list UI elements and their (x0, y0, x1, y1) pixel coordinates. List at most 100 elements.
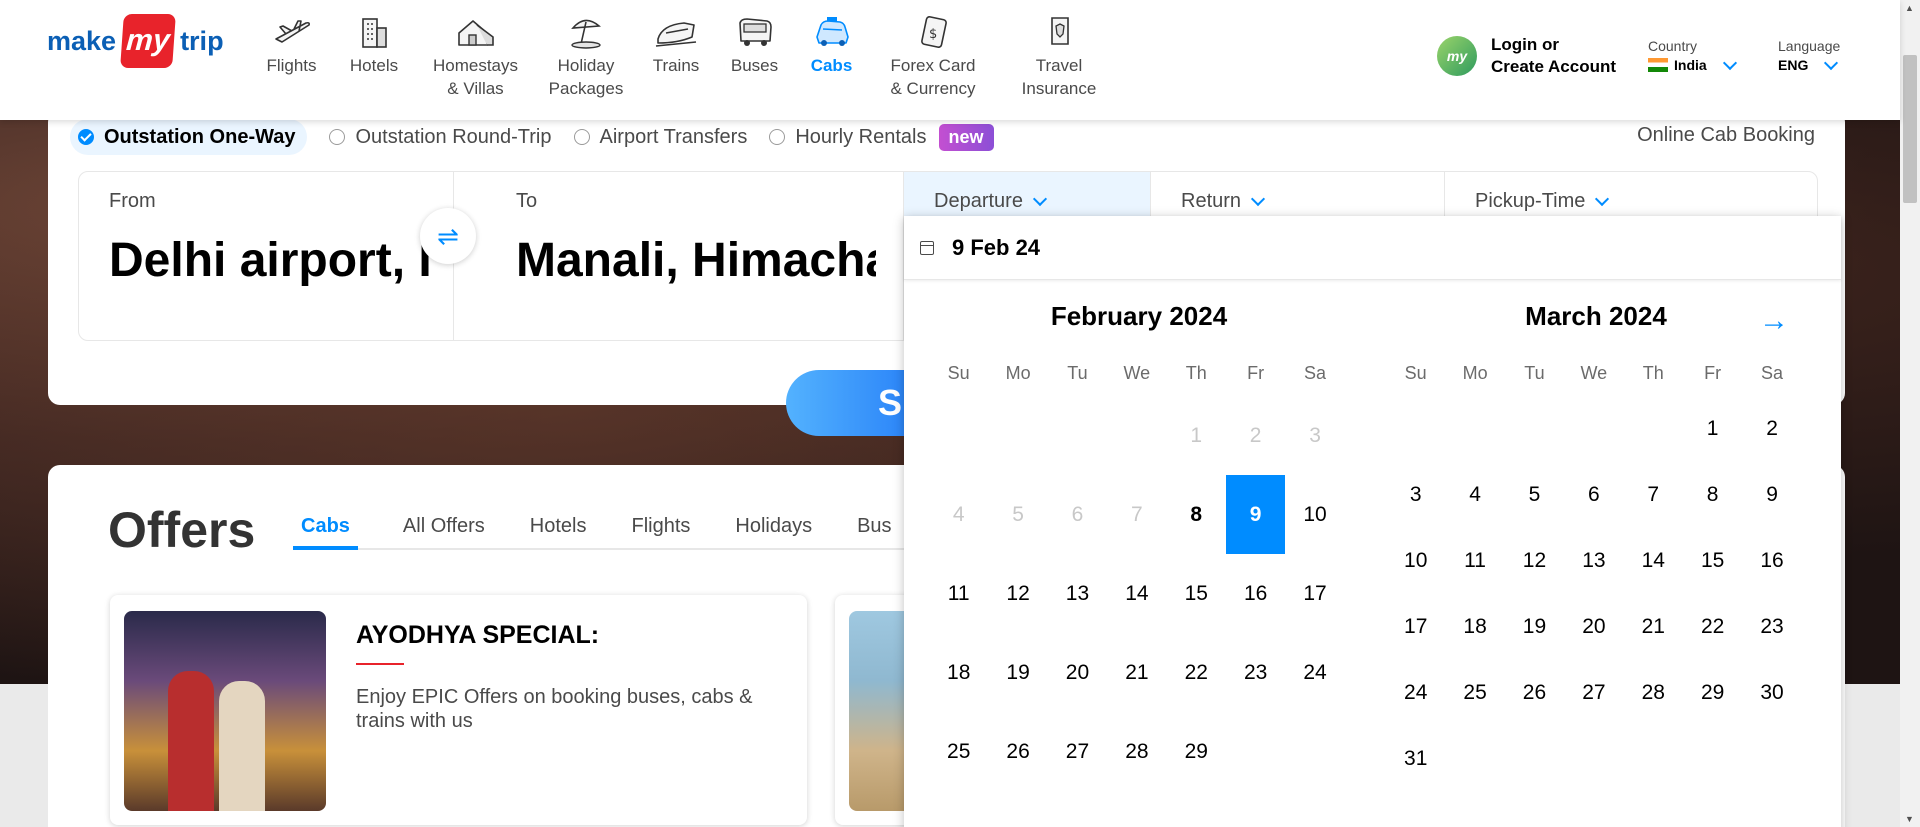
calendar-day[interactable]: 17 (1285, 554, 1344, 633)
makemytrip-logo[interactable]: make my trip (47, 14, 224, 68)
nav-item-trains[interactable]: Trains (636, 10, 716, 100)
calendar-day[interactable]: 25 (929, 712, 988, 791)
nav-item-buses[interactable]: Buses (716, 10, 793, 100)
calendar-day[interactable]: 24 (1386, 660, 1445, 726)
calendar-day: 3 (1309, 423, 1321, 447)
trip-type-hourly-rentals[interactable]: Hourly Rentals (769, 119, 927, 155)
login-button[interactable]: my Login or Create Account (1437, 34, 1616, 78)
calendar-day[interactable]: 26 (988, 712, 1047, 791)
logo-my-badge: my (120, 14, 176, 68)
calendar-day[interactable]: 14 (1624, 528, 1683, 594)
calendar-day[interactable]: 30 (1742, 660, 1801, 726)
offer-tab-holidays[interactable]: Holidays (735, 515, 812, 548)
calendar-day[interactable]: 8 (1167, 475, 1226, 554)
nav-item-cabs[interactable]: Cabs (793, 10, 870, 100)
calendar-day[interactable]: 15 (1683, 528, 1742, 594)
svg-text:$: $ (929, 27, 937, 42)
calendar-day[interactable]: 3 (1386, 462, 1445, 528)
calendar-day[interactable]: 16 (1226, 554, 1285, 633)
calendar-day[interactable]: 4 (1445, 462, 1504, 528)
calendar-day[interactable]: 14 (1107, 554, 1166, 633)
calendar-day[interactable]: 20 (1048, 633, 1107, 712)
language-selector[interactable]: Language ENG (1778, 38, 1840, 73)
calendar-day[interactable]: 19 (988, 633, 1047, 712)
page-scrollbar[interactable]: ▲ ▼ (1900, 0, 1920, 827)
india-flag-icon (1648, 58, 1668, 72)
pickup-caption-row: Pickup-Time (1475, 190, 1787, 213)
calendar-day[interactable]: 28 (1624, 660, 1683, 726)
nav-item-homestays[interactable]: Homestays & Villas (415, 10, 536, 100)
offer-tab-bus[interactable]: Bus (857, 515, 891, 548)
calendar-day[interactable]: 10 (1386, 528, 1445, 594)
offer-tab-flights[interactable]: Flights (631, 515, 690, 548)
next-month-arrow-icon[interactable]: → (1759, 304, 1789, 338)
calendar-day[interactable]: 24 (1285, 633, 1344, 712)
selected-date-field[interactable]: 9 Feb 24 (904, 216, 1841, 280)
weekday-label: Th (1185, 363, 1207, 383)
calendar-day[interactable]: 19 (1505, 594, 1564, 660)
calendar-day[interactable]: 10 (1285, 475, 1344, 554)
calendar-day[interactable]: 11 (1445, 528, 1504, 594)
calendar-day[interactable]: 22 (1683, 594, 1742, 660)
calendar-day[interactable]: 22 (1167, 633, 1226, 712)
cab-icon (812, 10, 852, 54)
swap-locations-button[interactable]: ⇌ (420, 208, 476, 264)
calendar-day[interactable]: 16 (1742, 528, 1801, 594)
from-field[interactable]: From Delhi airport, Ind (79, 172, 454, 340)
online-cab-booking-label: Online Cab Booking (1637, 124, 1815, 146)
country-selector[interactable]: Country India (1648, 38, 1737, 73)
to-field[interactable]: To Manali, Himachal Pradesh (454, 172, 904, 340)
calendar-day[interactable]: 26 (1505, 660, 1564, 726)
calendar-day[interactable]: 23 (1742, 594, 1801, 660)
calendar-day[interactable]: 7 (1624, 462, 1683, 528)
radio-icon (573, 129, 590, 145)
calendar-day[interactable]: 21 (1624, 594, 1683, 660)
calendar-day[interactable]: 8 (1683, 462, 1742, 528)
scrollbar-thumb[interactable] (1903, 55, 1917, 203)
calendar-day[interactable]: 5 (1505, 462, 1564, 528)
calendar-day[interactable]: 18 (1445, 594, 1504, 660)
trip-type-label: Outstation One-Way (104, 125, 296, 148)
calendar-day[interactable]: 1 (1683, 396, 1742, 462)
offer-tab-cabs[interactable]: Cabs (293, 515, 358, 550)
calendar-day-selected[interactable]: 9 (1225, 475, 1286, 554)
calendar-day[interactable]: 23 (1226, 633, 1285, 712)
calendar-day[interactable]: 9 (1742, 462, 1801, 528)
nav-item-travel-insurance[interactable]: Travel Insurance (996, 10, 1122, 100)
calendar-day[interactable]: 29 (1683, 660, 1742, 726)
trip-type-outstation-round-trip[interactable]: Outstation Round-Trip (329, 119, 552, 155)
calendar-day[interactable]: 17 (1386, 594, 1445, 660)
return-caption: Return (1181, 190, 1242, 212)
weekday-label: Th (1642, 363, 1664, 383)
nav-item-flights[interactable]: Flights (250, 10, 333, 100)
calendar-day[interactable]: 25 (1445, 660, 1504, 726)
calendar-day[interactable]: 20 (1564, 594, 1623, 660)
calendar-day[interactable]: 31 (1386, 726, 1445, 792)
calendar-day[interactable]: 27 (1048, 712, 1107, 791)
country-caption: Country (1648, 38, 1698, 54)
calendar-day[interactable]: 21 (1107, 633, 1166, 712)
calendar-day[interactable]: 28 (1107, 712, 1166, 791)
calendar-day[interactable]: 27 (1564, 660, 1623, 726)
offer-tab-hotels[interactable]: Hotels (530, 515, 587, 548)
calendar-day[interactable]: 13 (1048, 554, 1107, 633)
scroll-down-icon[interactable]: ▼ (1905, 814, 1914, 824)
calendar-day[interactable]: 13 (1564, 528, 1623, 594)
nav-item-holiday-packages[interactable]: Holiday Packages (536, 10, 636, 100)
nav-label: Hotels (349, 56, 399, 75)
calendar-day[interactable]: 12 (988, 554, 1047, 633)
offer-tab-all-offers[interactable]: All Offers (403, 515, 485, 548)
nav-item-forex[interactable]: $ Forex Card & Currency (870, 10, 996, 100)
calendar-day[interactable]: 29 (1167, 712, 1226, 791)
calendar-day[interactable]: 18 (929, 633, 988, 712)
calendar-day[interactable]: 6 (1564, 462, 1623, 528)
trip-type-outstation-one-way[interactable]: Outstation One-Way (70, 119, 308, 155)
calendar-day[interactable]: 15 (1167, 554, 1226, 633)
calendar-day[interactable]: 12 (1505, 528, 1564, 594)
scroll-up-icon[interactable]: ▲ (1905, 3, 1914, 13)
calendar-day[interactable]: 11 (929, 554, 988, 633)
calendar-day[interactable]: 2 (1742, 396, 1801, 462)
nav-item-hotels[interactable]: Hotels (333, 10, 415, 100)
offer-card[interactable]: AYODHYA SPECIAL: Enjoy EPIC Offers on bo… (110, 595, 807, 825)
trip-type-airport-transfers[interactable]: Airport Transfers (573, 119, 747, 155)
